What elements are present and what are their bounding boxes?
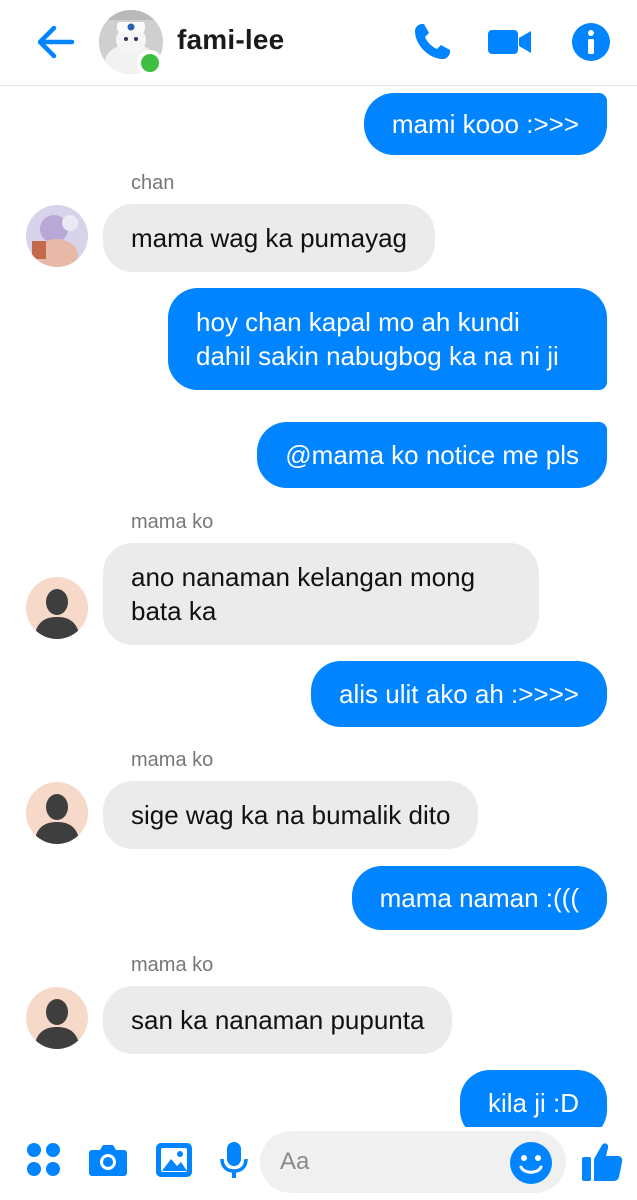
message-bubble-outgoing[interactable]: hoy chan kapal mo ah kundi dahil sakin n… [168,288,607,390]
emoji-button[interactable] [509,1141,553,1185]
message-input[interactable] [280,1143,500,1181]
call-button[interactable] [410,20,454,64]
sender-avatar-mama-ko[interactable] [26,782,88,844]
message-bubble-outgoing[interactable]: kila ji :D [459,1070,607,1127]
voice-message-button[interactable] [214,1140,254,1180]
microphone-icon [220,1142,248,1178]
default-person-icon [26,782,88,844]
sender-name: mama ko [131,749,214,771]
sender-avatar-mama-ko[interactable] [26,577,88,639]
gallery-button[interactable] [154,1140,194,1180]
sender-avatar-chan[interactable] [26,205,88,267]
message-bubble-outgoing[interactable]: alis ulit ako ah :>>>> [311,661,607,727]
like-button[interactable] [580,1139,624,1183]
sender-name: mama ko [131,954,214,976]
chan-avatar-image [26,205,88,267]
sender-avatar-mama-ko[interactable] [26,987,88,1049]
message-bubble-incoming[interactable]: ano nanaman kelangan mong bata ka [103,543,539,645]
message-bubble-outgoing[interactable]: mami kooo :>>> [363,93,607,155]
message-bubble-outgoing[interactable]: @mama ko notice me pls [257,422,607,488]
phone-icon [415,24,450,59]
video-call-button[interactable] [486,20,531,64]
video-camera-icon [488,30,531,54]
sender-name: chan [131,172,175,194]
default-person-icon [26,987,88,1049]
online-status-dot [137,50,163,76]
four-dots-menu-icon [27,1143,60,1176]
thumbs-up-icon [582,1143,623,1181]
sender-name: mama ko [131,511,214,533]
smiley-icon [510,1142,552,1184]
camera-icon [89,1145,127,1176]
default-person-icon [26,577,88,639]
message-bubble-incoming[interactable]: sige wag ka na bumalik dito [103,781,479,849]
camera-button[interactable] [88,1140,128,1180]
image-icon [156,1143,192,1177]
message-list[interactable]: mami kooo :>>> chan mama wag ka pumayag … [0,87,637,1127]
info-icon [572,23,610,61]
message-input-container [260,1131,566,1193]
arrow-left-icon [37,25,75,59]
back-button[interactable] [32,20,80,64]
message-bubble-incoming[interactable]: mama wag ka pumayag [103,204,436,272]
apps-menu-button[interactable] [24,1140,64,1180]
info-button[interactable] [569,20,613,64]
message-bubble-outgoing[interactable]: mama naman :((( [351,866,607,930]
chat-title[interactable]: fami-lee [177,24,284,56]
chat-header: fami-lee [0,0,637,86]
message-bubble-incoming[interactable]: san ka nanaman pupunta [103,986,453,1054]
